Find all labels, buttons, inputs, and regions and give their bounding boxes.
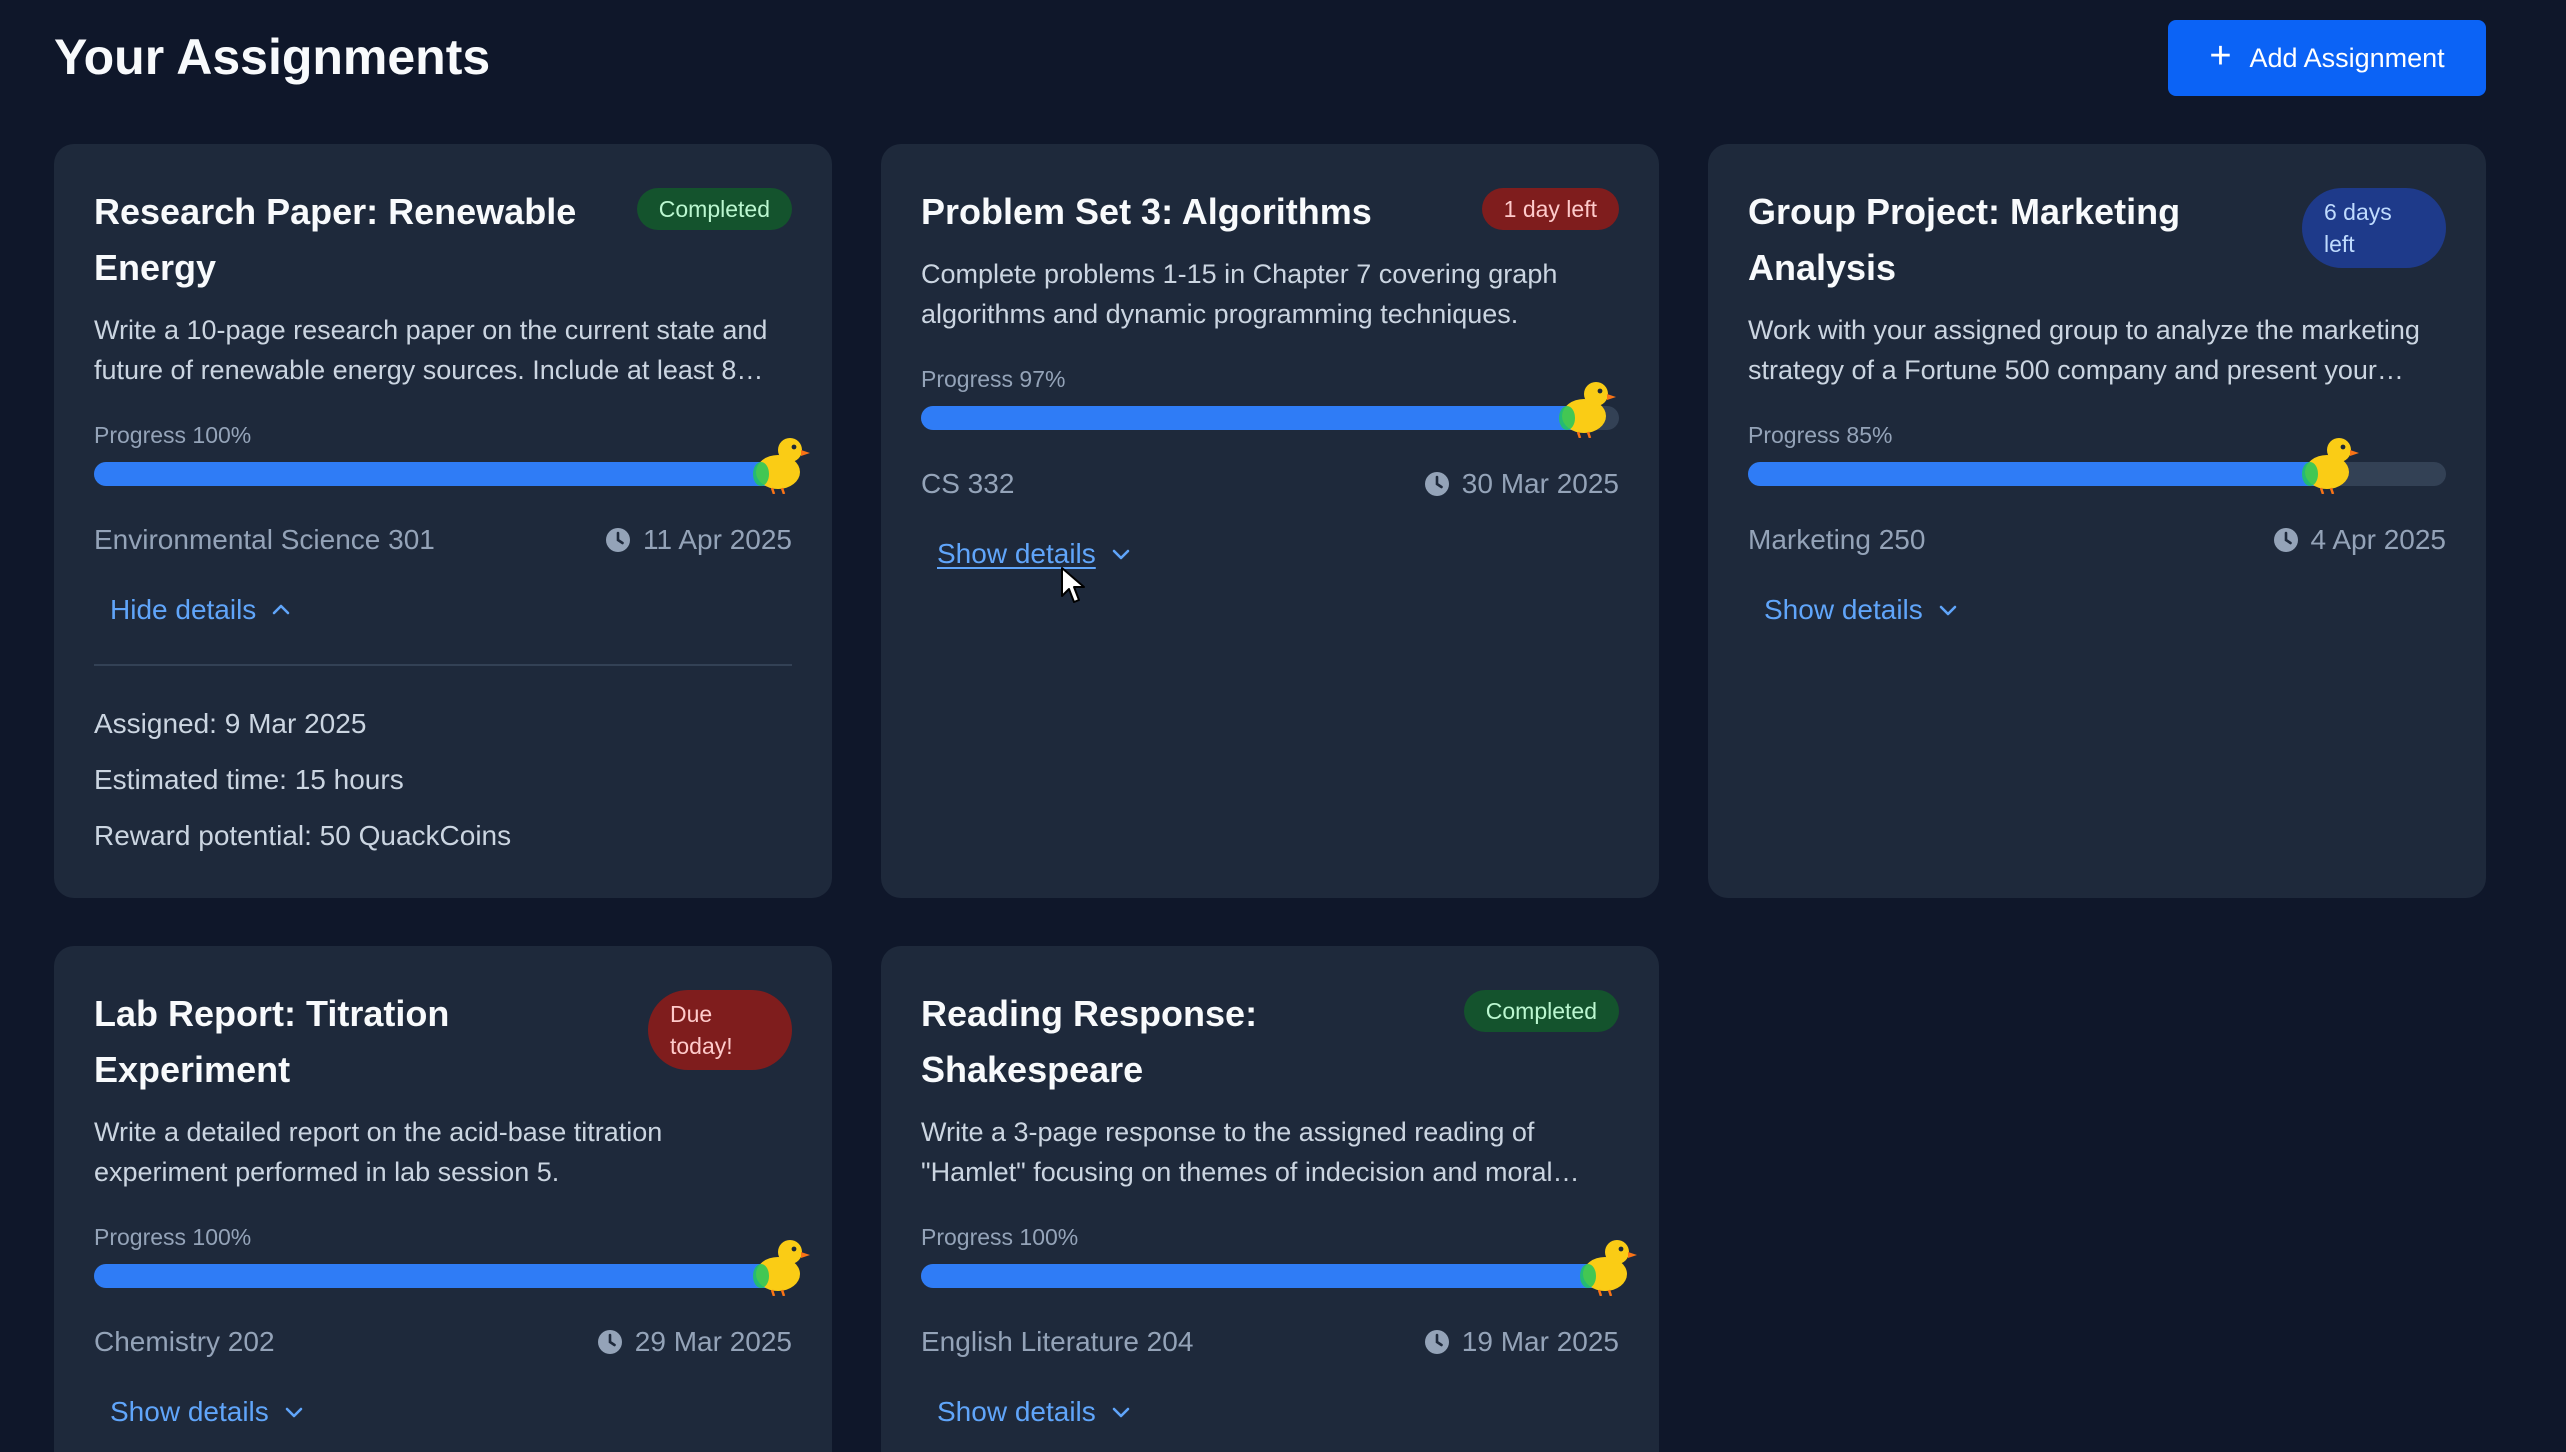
assignment-meta: English Literature 204 19 Mar 2025 — [921, 1322, 1619, 1362]
page-title: Your Assignments — [54, 29, 491, 85]
progress-fill — [94, 1264, 792, 1288]
due-date-text: 11 Apr 2025 — [643, 524, 792, 555]
assignment-title: Problem Set 3: Algorithms — [921, 191, 1372, 232]
due-date: 11 Apr 2025 — [605, 520, 792, 560]
progress-bar — [1748, 438, 2446, 494]
assignment-card-research-paper: Research Paper: Renewable Energy Complet… — [54, 144, 832, 898]
assignment-description: Write a 10-page research paper on the cu… — [94, 315, 768, 385]
assignment-meta: CS 332 30 Mar 2025 — [921, 464, 1619, 504]
assignment-card-reading-response: Reading Response: Shakespeare Completed … — [881, 946, 1659, 1452]
toggle-label: Show details — [110, 1396, 269, 1427]
status-badge: Due today! — [648, 990, 792, 1070]
progress-label: Progress 100% — [921, 1224, 1079, 1250]
progress-bar — [921, 1240, 1637, 1296]
assignment-card-lab-report: Lab Report: Titration Experiment Due tod… — [54, 946, 832, 1452]
show-details-button[interactable]: Show details — [937, 534, 1132, 574]
assignment-description: Work with your assigned group to analyze… — [1748, 315, 2420, 385]
status-badge: Completed — [1463, 990, 1619, 1032]
assignment-title: Lab Report: Titration Experiment — [94, 993, 450, 1090]
progress-fill — [921, 406, 1599, 430]
progress-bar — [921, 382, 1619, 438]
assignment-meta: Chemistry 202 29 Mar 2025 — [94, 1322, 792, 1362]
chevron-down-icon — [1112, 1407, 1130, 1418]
chevron-up-icon — [273, 604, 290, 615]
add-assignment-button[interactable]: + Add Assignment — [2168, 20, 2486, 96]
status-badge: 6 days left — [2302, 188, 2446, 268]
assignment-meta: Marketing 250 4 Apr 2025 — [1748, 520, 2446, 560]
course-name: Environmental Science 301 — [94, 524, 435, 555]
assignment-card-group-project: Group Project: Marketing Analysis 6 days… — [1708, 144, 2486, 898]
show-details-button[interactable]: Show details — [110, 1392, 305, 1432]
chevron-down-icon — [1939, 605, 1957, 616]
assignment-title: Reading Response: Shakespeare — [921, 993, 1258, 1090]
duck-icon — [1580, 1240, 1637, 1296]
due-date: 4 Apr 2025 — [2273, 520, 2446, 560]
assignment-description: Write a 3-page response to the assigned … — [921, 1117, 1553, 1187]
show-details-button[interactable]: Show details — [1764, 590, 1959, 630]
assignment-title: Research Paper: Renewable Energy — [94, 191, 577, 288]
assignment-title: Group Project: Marketing Analysis — [1748, 191, 2181, 288]
mouse-cursor-icon — [1061, 567, 1085, 603]
assignment-card-problem-set: Problem Set 3: Algorithms 1 day left Com… — [881, 144, 1659, 898]
due-date: 19 Mar 2025 — [1424, 1322, 1619, 1362]
course-name: Chemistry 202 — [94, 1326, 275, 1357]
assignment-meta: Environmental Science 301 11 Apr 2025 — [94, 520, 792, 560]
plus-icon: + — [2209, 35, 2232, 77]
assignments-page: Your Assignments + Add Assignment Resear… — [0, 0, 2566, 1452]
status-badge: Completed — [636, 188, 792, 230]
add-assignment-label: Add Assignment — [2249, 42, 2445, 73]
assignment-description: Write a detailed report on the acid-base… — [94, 1117, 663, 1187]
status-badge: 1 day left — [1481, 188, 1619, 230]
course-name: CS 332 — [921, 468, 1015, 499]
course-name: Marketing 250 — [1748, 524, 1926, 555]
assigned-date: Assigned: 9 Mar 2025 — [94, 708, 367, 739]
duck-icon — [753, 438, 810, 494]
chevron-down-icon — [1112, 549, 1130, 560]
duck-icon — [1559, 382, 1617, 438]
assignment-description: Complete problems 1-15 in Chapter 7 cove… — [921, 259, 1558, 329]
estimated-time: Estimated time: 15 hours — [94, 764, 404, 795]
toggle-label: Show details — [1764, 594, 1923, 625]
progress-label: Progress 100% — [94, 1224, 252, 1250]
due-date: 29 Mar 2025 — [597, 1322, 792, 1362]
progress-bar — [94, 1240, 810, 1296]
clock-icon — [1424, 1330, 1449, 1354]
due-date: 30 Mar 2025 — [1424, 464, 1619, 504]
due-date-text: 30 Mar 2025 — [1461, 468, 1619, 499]
due-date-text: 29 Mar 2025 — [634, 1326, 792, 1357]
details-divider — [94, 664, 792, 666]
progress-label: Progress 100% — [94, 422, 252, 448]
reward-potential: Reward potential: 50 QuackCoins — [94, 820, 512, 851]
clock-icon — [2273, 528, 2298, 552]
duck-icon — [2302, 438, 2360, 494]
course-name: English Literature 204 — [921, 1326, 1194, 1357]
progress-fill — [921, 1264, 1619, 1288]
clock-icon — [597, 1330, 622, 1354]
progress-fill — [1748, 462, 2342, 486]
due-date-text: 19 Mar 2025 — [1461, 1326, 1619, 1357]
duck-icon — [753, 1240, 810, 1296]
toggle-label: Show details — [937, 1396, 1096, 1427]
progress-label: Progress 97% — [921, 366, 1066, 392]
assignment-details: Assigned: 9 Mar 2025 Estimated time: 15 … — [94, 696, 792, 864]
progress-fill — [94, 462, 792, 486]
hide-details-button[interactable]: Hide details — [110, 590, 292, 630]
chevron-down-icon — [285, 1407, 303, 1418]
clock-icon — [1424, 472, 1449, 496]
progress-bar — [94, 438, 810, 494]
clock-icon — [606, 528, 631, 552]
due-date-text: 4 Apr 2025 — [2310, 524, 2446, 555]
toggle-label: Hide details — [110, 594, 257, 625]
show-details-button[interactable]: Show details — [937, 1392, 1132, 1432]
